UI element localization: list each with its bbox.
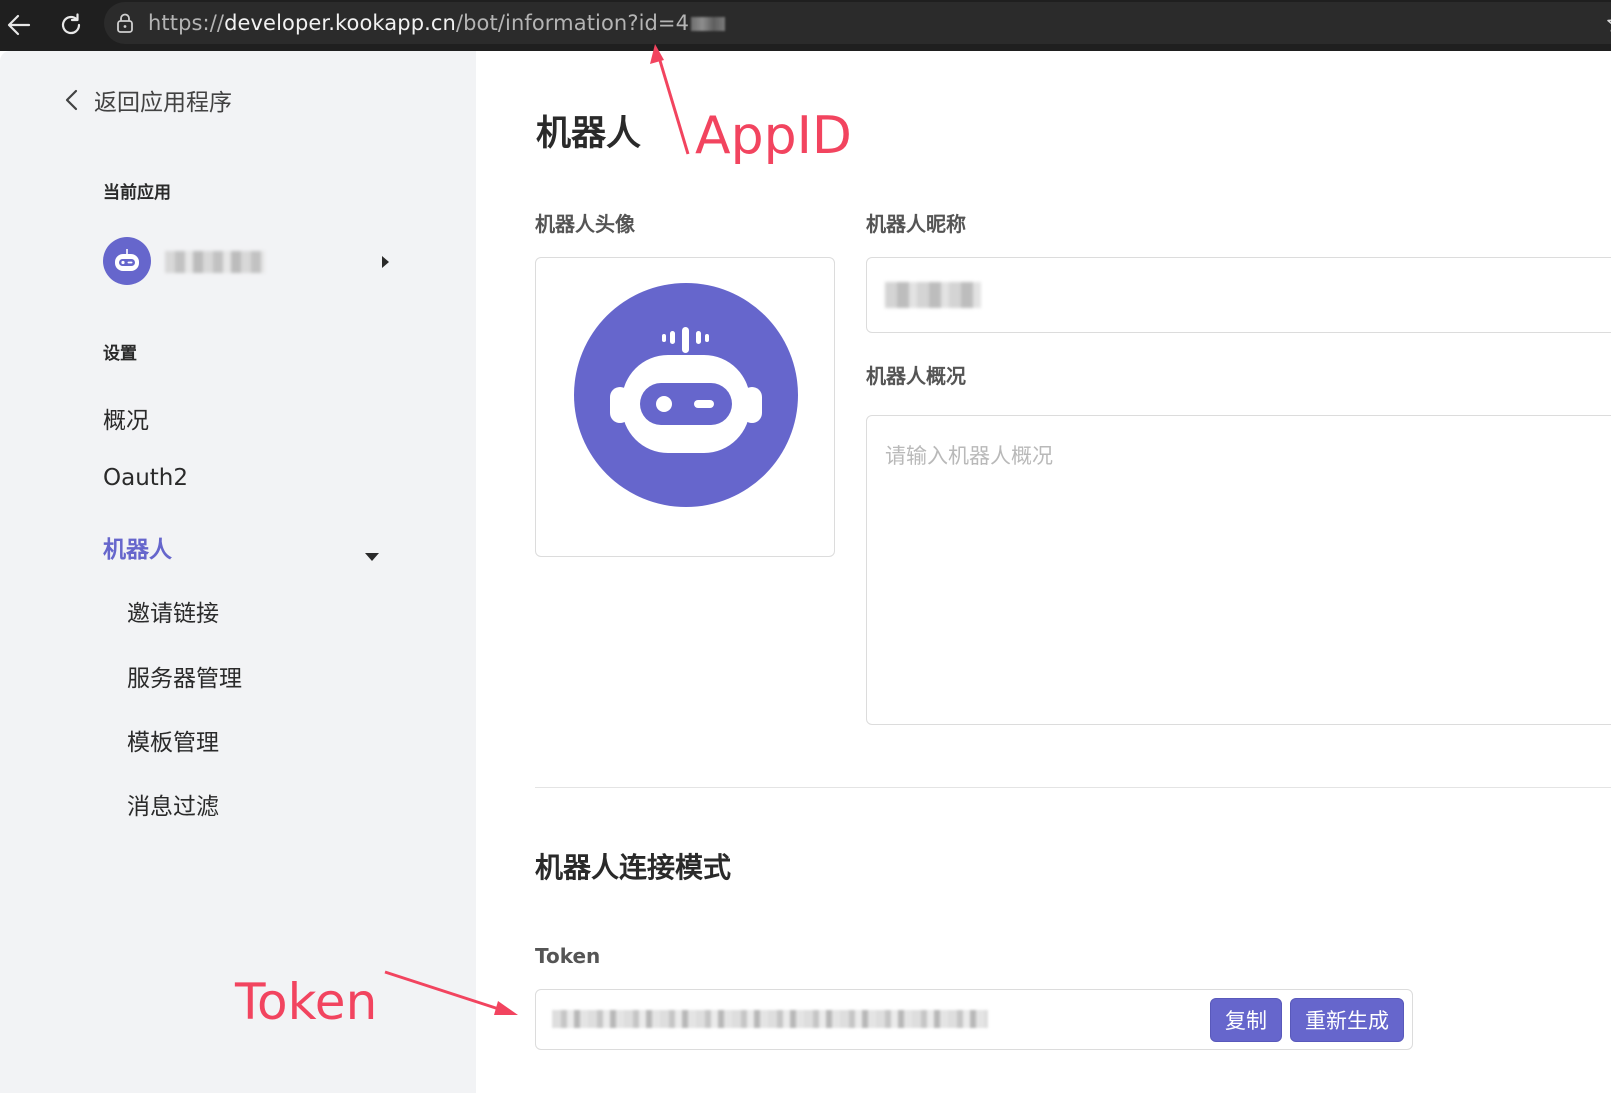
bot-nickname-input[interactable]	[866, 257, 1611, 333]
settings-heading: 设置	[103, 344, 137, 364]
summary-placeholder: 请输入机器人概况	[885, 444, 1053, 468]
reload-icon	[61, 13, 81, 35]
sidebar-item-oauth2[interactable]: Oauth2	[103, 465, 188, 491]
connection-mode-title: 机器人连接模式	[535, 851, 732, 884]
sidebar: 返回应用程序 当前应用 设置 概况 Oauth2 机器人 邀请链接 服务器管理 …	[0, 51, 476, 1093]
current-app-heading: 当前应用	[103, 183, 171, 203]
section-divider	[535, 787, 1611, 788]
star-icon[interactable]	[1606, 12, 1611, 34]
avatar-label: 机器人头像	[535, 212, 635, 236]
token-label: Token	[535, 944, 601, 968]
token-redacted	[552, 1010, 988, 1028]
back-arrow-icon	[7, 14, 31, 36]
app-name-redacted	[165, 251, 265, 273]
url-text: https://developer.kookapp.cn/bot/informa…	[148, 11, 726, 35]
page-title: 机器人	[536, 114, 642, 154]
regenerate-token-button[interactable]: 重新生成	[1290, 998, 1404, 1042]
url-path: /bot/information?id=4	[455, 11, 690, 35]
bot-summary-textarea[interactable]: 请输入机器人概况	[866, 415, 1611, 725]
browser-toolbar: https://developer.kookapp.cn/bot/informa…	[0, 0, 1611, 51]
main-content: 机器人 机器人头像 机器人昵称 机器人概况 请输入机器人概况 机器人连接模式 T…	[476, 51, 1611, 1093]
sidebar-item-template-management[interactable]: 模板管理	[127, 723, 219, 757]
bot-avatar-upload[interactable]	[535, 257, 835, 557]
appid-annotation: AppID	[695, 106, 852, 166]
nickname-redacted	[885, 282, 981, 308]
url-host: developer.kookapp.cn	[224, 11, 456, 35]
bot-avatar-image	[574, 283, 798, 507]
token-field[interactable]: 复制 重新生成	[535, 989, 1413, 1050]
address-bar[interactable]: https://developer.kookapp.cn/bot/informa…	[104, 2, 1611, 44]
current-app-selector[interactable]	[103, 237, 393, 285]
url-redacted-id	[691, 17, 726, 31]
sidebar-item-server-management[interactable]: 服务器管理	[127, 659, 242, 693]
back-to-apps-link[interactable]: 返回应用程序	[62, 83, 232, 117]
nickname-label: 机器人昵称	[866, 212, 966, 236]
token-annotation: Token	[235, 973, 378, 1031]
sidebar-item-invite-link[interactable]: 邀请链接	[127, 594, 219, 628]
browser-reload-button[interactable]	[52, 6, 90, 44]
copy-token-button[interactable]: 复制	[1210, 998, 1282, 1042]
robot-icon	[610, 327, 762, 453]
back-link-label: 返回应用程序	[94, 90, 232, 116]
browser-back-button[interactable]	[0, 6, 38, 44]
caret-down-icon[interactable]	[364, 551, 380, 563]
caret-right-icon	[382, 256, 389, 268]
sidebar-item-bot[interactable]: 机器人	[103, 530, 172, 564]
url-scheme: https://	[148, 11, 225, 35]
sidebar-item-overview[interactable]: 概况	[103, 401, 149, 435]
robot-icon	[115, 249, 139, 271]
summary-label: 机器人概况	[866, 364, 966, 388]
sidebar-item-message-filter[interactable]: 消息过滤	[127, 787, 219, 821]
app-avatar	[103, 237, 151, 285]
chevron-left-icon	[65, 89, 78, 111]
lock-icon	[117, 13, 133, 33]
